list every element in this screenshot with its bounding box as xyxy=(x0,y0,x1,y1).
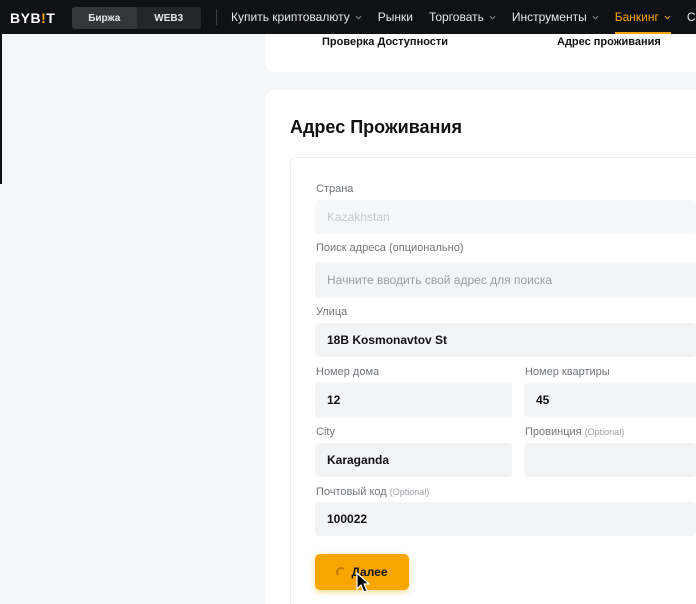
address-search-label: Поиск адреса (опционально) xyxy=(316,242,464,254)
nav-label: Купить криптовалюту xyxy=(231,10,350,24)
exchange-web3-switch: Биржа WEB3 xyxy=(72,7,201,29)
nav-tools[interactable]: Инструменты xyxy=(512,0,599,34)
nav-label: Рынки xyxy=(377,10,413,24)
top-navigation-bar: BYB!T Биржа WEB3 Купить криптовалюту Рын… xyxy=(0,0,696,34)
country-field: Kazakhstan xyxy=(315,200,696,234)
nav-buy-crypto[interactable]: Купить криптовалюту xyxy=(231,0,362,34)
apartment-number-label: Номер квартиры xyxy=(525,366,610,378)
mouse-pointer-icon xyxy=(356,572,370,593)
postal-code-input[interactable]: 100022 xyxy=(315,502,696,536)
nav-markets[interactable]: Рынки xyxy=(378,0,413,34)
province-input[interactable] xyxy=(524,443,696,477)
main-nav: Купить криптовалюту Рынки Торговать Инст… xyxy=(231,0,696,34)
street-label: Улица xyxy=(316,306,348,318)
nav-label: Card xyxy=(686,10,696,24)
house-number-input[interactable]: 12 xyxy=(315,383,512,417)
postal-code-label-text: Почтовый код xyxy=(316,486,387,498)
house-number-label: Номер дома xyxy=(316,366,380,378)
chevron-down-icon xyxy=(664,15,671,20)
steps-card: Проверка Доступности Адрес проживания xyxy=(265,34,696,72)
chevron-down-icon xyxy=(592,15,599,20)
chevron-down-icon xyxy=(489,15,496,20)
nav-label: Банкинг xyxy=(614,10,659,24)
nav-divider xyxy=(216,9,217,25)
step-availability-check: Проверка Доступности xyxy=(322,36,449,48)
nav-trade[interactable]: Торговать xyxy=(429,0,496,34)
nav-label: Торговать xyxy=(428,10,484,24)
apartment-number-input[interactable]: 45 xyxy=(524,383,696,417)
city-label: City xyxy=(316,426,335,438)
optional-tag: (Optional) xyxy=(389,487,430,497)
page-title: Адрес Проживания xyxy=(290,117,463,137)
nav-card[interactable]: Card xyxy=(687,0,696,34)
step-residence-address: Адрес проживания xyxy=(557,36,661,48)
province-label: Провинция (Optional) xyxy=(525,426,624,438)
city-input[interactable]: Karaganda xyxy=(315,443,512,477)
country-label: Страна xyxy=(316,183,354,195)
sidebar-edge xyxy=(0,34,2,184)
switch-web3[interactable]: WEB3 xyxy=(137,7,202,29)
nav-banking[interactable]: Банкинг xyxy=(614,0,671,34)
bybit-logo[interactable]: BYB!T xyxy=(10,10,55,26)
nav-label: Инструменты xyxy=(511,10,587,24)
chevron-down-icon xyxy=(355,15,362,20)
switch-exchange[interactable]: Биржа xyxy=(72,7,137,29)
optional-tag: (Optional) xyxy=(584,427,625,437)
street-input[interactable]: 18B Kosmonavtov St xyxy=(315,323,696,357)
province-label-text: Провинция xyxy=(525,426,582,438)
address-search-input[interactable]: Начните вводить свой адрес для поиска xyxy=(315,263,696,297)
loading-spinner-icon xyxy=(336,567,347,577)
postal-code-label: Почтовый код (Optional) xyxy=(316,486,429,498)
